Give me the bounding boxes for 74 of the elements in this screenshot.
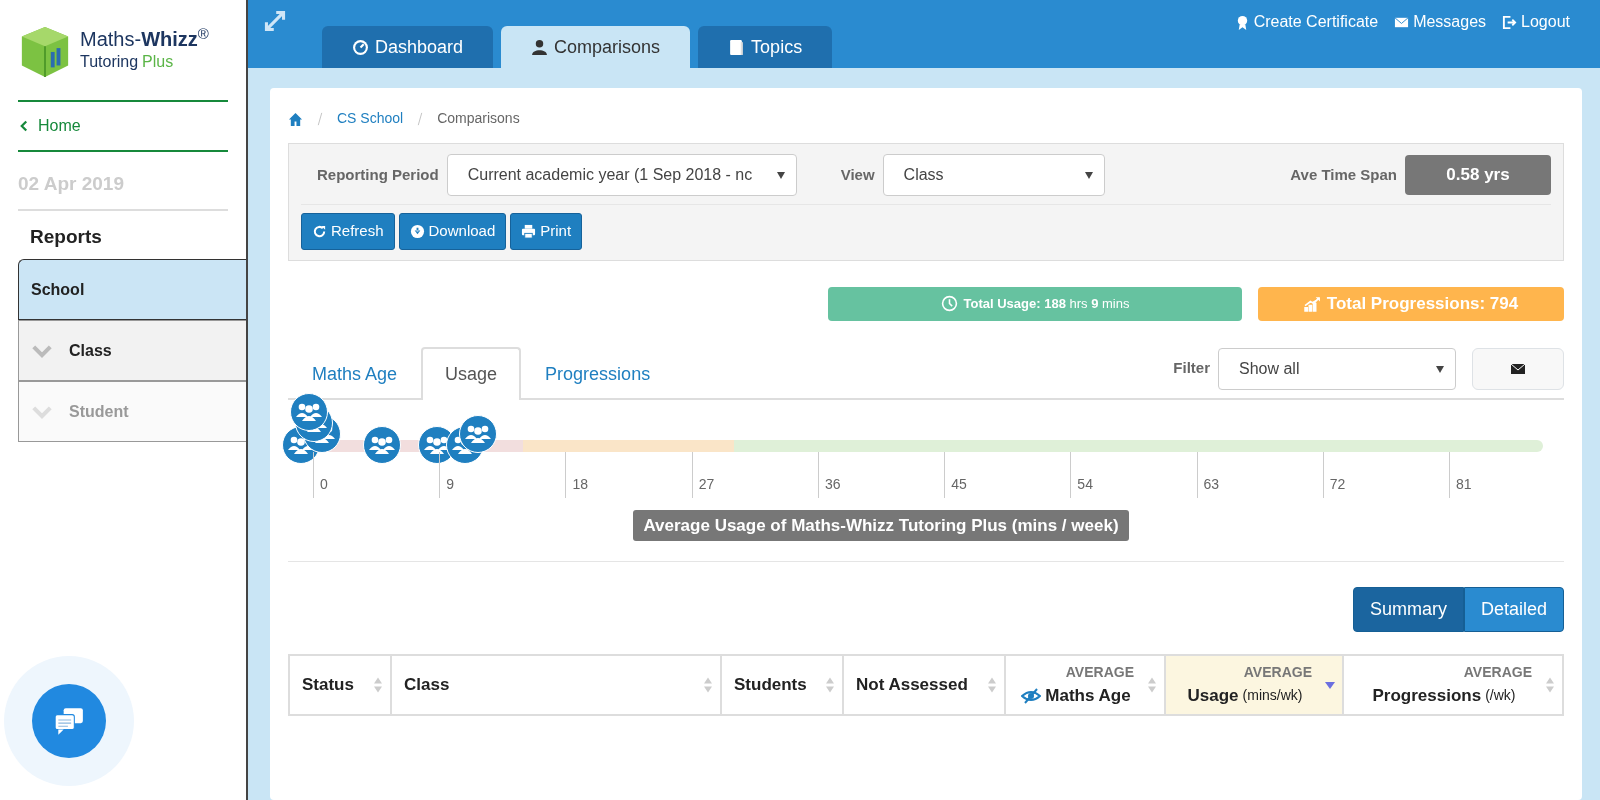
nav-tab[interactable]: Dashboard (322, 26, 494, 68)
header-link[interactable]: Messages (1394, 10, 1487, 34)
column-header[interactable]: Not Assessed (843, 655, 1005, 715)
gauge-icon (352, 38, 369, 56)
column-header[interactable]: Status (289, 655, 391, 715)
class-marker[interactable] (363, 425, 402, 464)
logo-subtitle: Tutoring (80, 52, 139, 72)
chevron-left-icon (18, 120, 30, 132)
period-select[interactable]: Current academic year (1 Sep 2018 - nc (446, 154, 797, 196)
field-label: Reporting Period (317, 164, 439, 185)
section-heading: Reports (30, 224, 103, 249)
tick-label: 81 (1456, 474, 1472, 494)
download-icon (409, 223, 425, 239)
column-header[interactable]: AVERAGE Maths Age (1005, 655, 1165, 715)
home-icon (288, 111, 303, 127)
dropdown-caret-icon (1083, 170, 1094, 180)
tick-label: 9 (446, 474, 454, 494)
tick-label: 72 (1329, 474, 1346, 494)
tick-label: 27 (698, 474, 715, 494)
mail-icon (1394, 14, 1410, 30)
nav-tab[interactable]: Comparisons (501, 26, 691, 68)
tick-label: 63 (1203, 474, 1220, 494)
dropdown-caret-icon (775, 170, 786, 180)
time-span-value: 0.58 yrs (1405, 155, 1551, 195)
book-icon (728, 38, 746, 56)
user-icon (531, 38, 549, 56)
tick-label: 0 (320, 474, 328, 494)
view-select[interactable]: Class (882, 154, 1105, 196)
column-header[interactable]: Students (721, 655, 843, 715)
chat-icon (53, 706, 85, 736)
logo-title: Maths-Whizz$^{®}$ (80, 28, 209, 50)
metric-tab[interactable]: Usage (421, 346, 522, 400)
report-item[interactable]: Class (18, 320, 246, 381)
tick-label: 54 (1077, 474, 1093, 494)
breadcrumb-divider (315, 112, 325, 127)
chart-title: Average Usage of Maths-Whizz Tutoring Plus (mins / week) (633, 509, 1129, 541)
nav-tab[interactable]: Topics (698, 26, 833, 68)
view-toggle[interactable]: Summary (1352, 587, 1464, 632)
expand-icon (264, 10, 286, 32)
logo-subtitle: Plus (142, 52, 174, 72)
dropdown-caret-icon (1435, 363, 1445, 374)
view-toggle[interactable]: Detailed (1463, 587, 1564, 632)
report-item[interactable]: School (18, 259, 246, 320)
rising-chart-icon (1303, 295, 1321, 312)
column-header[interactable]: AVERAGE Usage (mins/wk) (1165, 655, 1343, 715)
metric-tab[interactable]: Maths Age (288, 346, 422, 400)
field-label: Ave Time Span (1290, 164, 1397, 185)
breadcrumb-link[interactable]: CS School (337, 108, 404, 129)
breadcrumb-item: Comparisons (437, 109, 520, 128)
action-button[interactable]: Print (510, 213, 583, 250)
header-link[interactable]: Create Certificate (1234, 10, 1379, 34)
field-label: View (840, 164, 875, 185)
home-link[interactable]: Home (18, 100, 228, 152)
total-badge: Total Usage: 188 hrs 9 mins (828, 286, 1242, 321)
filter-select[interactable]: Show all (1218, 347, 1456, 390)
header-link[interactable]: Logout (1502, 10, 1570, 34)
printer-icon (521, 223, 537, 239)
clock-icon (940, 295, 958, 312)
email-button[interactable] (1472, 347, 1564, 390)
action-button[interactable]: Download (398, 213, 507, 250)
eye-slash-icon (1021, 687, 1042, 704)
column-header[interactable]: Class (391, 655, 721, 715)
total-badge: Total Progressions: 794 (1258, 286, 1564, 321)
tick-label: 18 (572, 474, 588, 494)
refresh-icon (312, 223, 327, 239)
action-button[interactable]: Refresh (301, 213, 395, 250)
class-marker[interactable] (458, 414, 497, 453)
class-marker[interactable] (290, 392, 329, 431)
column-header[interactable]: AVERAGE Progressions (/wk) (1343, 655, 1563, 715)
filter-label: Filter (1173, 358, 1210, 379)
tick-label: 36 (824, 474, 841, 494)
metric-tab[interactable]: Progressions (521, 346, 675, 400)
logout-icon (1502, 14, 1518, 30)
tick-label: 45 (951, 474, 967, 494)
